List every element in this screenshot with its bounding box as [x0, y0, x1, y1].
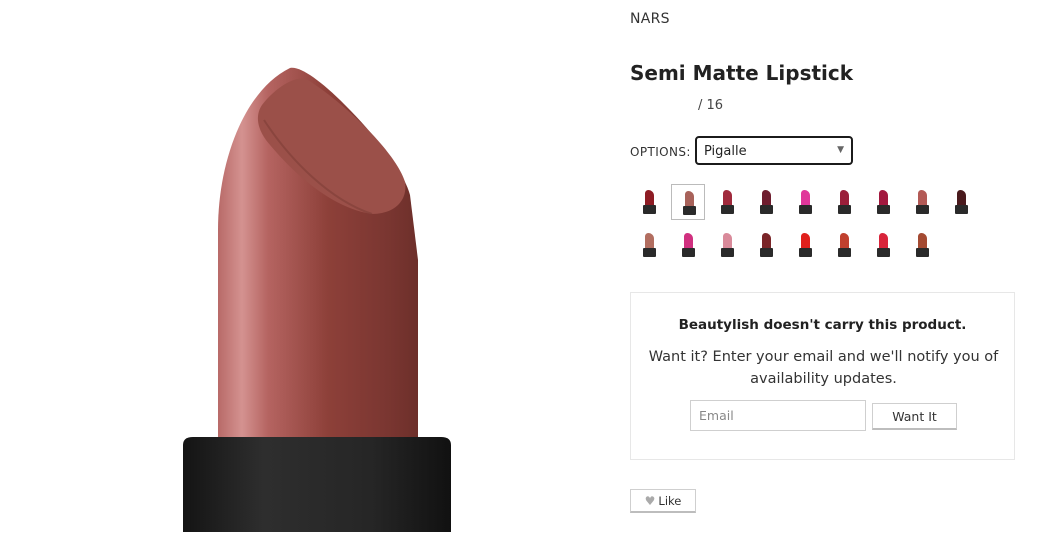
swatch-bullet: [918, 190, 927, 206]
like-button[interactable]: ♥ Like: [630, 489, 696, 513]
swatch-bullet: [762, 233, 771, 249]
options-label: OPTIONS:: [630, 145, 691, 159]
swatch-bullet: [840, 190, 849, 206]
shade-select[interactable]: Pigalle ▼: [695, 136, 853, 165]
shade-swatch[interactable]: [905, 227, 939, 263]
availability-card: Beautylish doesn't carry this product. W…: [630, 292, 1015, 460]
swatch-bullet: [879, 190, 888, 206]
product-image: [0, 0, 600, 532]
shade-swatch[interactable]: [866, 227, 900, 263]
swatch-tube: [799, 205, 812, 214]
shade-swatch[interactable]: [710, 184, 744, 220]
swatch-tube: [877, 248, 890, 257]
heart-icon: ♥: [644, 493, 656, 508]
swatch-bullet: [840, 233, 849, 249]
swatch-bullet: [685, 191, 694, 207]
shade-swatch[interactable]: [788, 184, 822, 220]
swatch-tube: [721, 205, 734, 214]
product-title: Semi Matte Lipstick: [630, 61, 854, 85]
swatch-tube: [643, 248, 656, 257]
swatch-bullet: [762, 190, 771, 206]
shade-swatch[interactable]: [710, 227, 744, 263]
swatch-tube: [683, 206, 696, 215]
swatch-tube: [760, 248, 773, 257]
brand-name[interactable]: NARS: [630, 11, 670, 27]
swatch-tube: [916, 205, 929, 214]
availability-title: Beautylish doesn't carry this product.: [678, 317, 967, 333]
swatch-bullet: [801, 190, 810, 206]
shade-swatch[interactable]: [905, 184, 939, 220]
shade-swatch[interactable]: [671, 184, 705, 220]
email-field[interactable]: [690, 400, 866, 431]
swatch-tube: [838, 205, 851, 214]
lipstick-tube: [183, 437, 451, 532]
rating-count: / 16: [698, 98, 724, 113]
shade-swatch[interactable]: [632, 184, 666, 220]
swatch-tube: [799, 248, 812, 257]
swatch-tube: [760, 205, 773, 214]
want-it-button[interactable]: Want It: [872, 403, 957, 430]
availability-message: Want it? Enter your email and we'll noti…: [648, 349, 999, 387]
swatch-bullet: [684, 233, 693, 249]
swatch-bullet: [645, 190, 654, 206]
shade-swatch[interactable]: [827, 184, 861, 220]
swatch-bullet: [918, 233, 927, 249]
swatch-tube: [916, 248, 929, 257]
swatch-tube: [682, 248, 695, 257]
swatch-tube: [721, 248, 734, 257]
swatch-bullet: [645, 233, 654, 249]
swatch-tube: [877, 205, 890, 214]
swatch-bullet: [723, 233, 732, 249]
swatch-tube: [955, 205, 968, 214]
shade-swatch[interactable]: [788, 227, 822, 263]
shade-swatch[interactable]: [749, 184, 783, 220]
swatch-bullet: [957, 190, 966, 206]
shade-swatch[interactable]: [632, 227, 666, 263]
swatch-bullet: [879, 233, 888, 249]
shade-swatch[interactable]: [827, 227, 861, 263]
lipstick-illustration: [183, 67, 451, 532]
shade-select-value: Pigalle: [704, 144, 747, 159]
swatch-bullet: [801, 233, 810, 249]
dropdown-arrow-icon: ▼: [837, 145, 844, 155]
shade-swatch[interactable]: [671, 227, 705, 263]
swatch-tube: [838, 248, 851, 257]
shade-swatch[interactable]: [866, 184, 900, 220]
like-label: Like: [658, 493, 682, 508]
shade-swatch[interactable]: [944, 184, 978, 220]
shade-swatch[interactable]: [749, 227, 783, 263]
swatch-bullet: [723, 190, 732, 206]
swatch-tube: [643, 205, 656, 214]
